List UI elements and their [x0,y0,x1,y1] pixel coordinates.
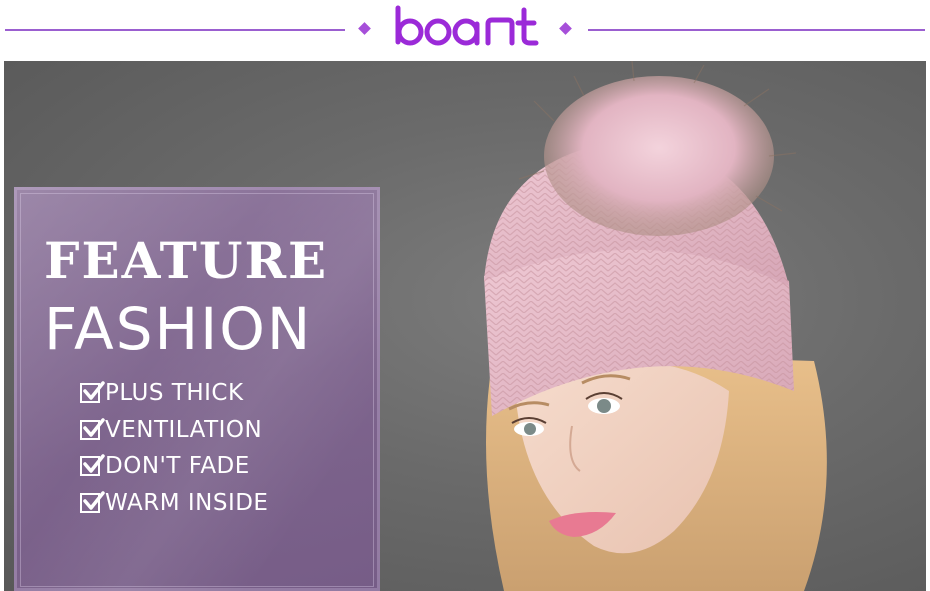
diamond-icon [358,22,371,35]
feature-item: PLUS THICK [80,375,268,412]
feature-label: PLUS THICK [105,380,244,407]
brand-logo [378,2,552,50]
feature-label: WARM INSIDE [105,489,269,516]
brand-header [0,0,930,60]
product-banner: FEATURE FASHION PLUS THICK VENTILATION D… [4,61,926,591]
feature-label: DON'T FADE [105,453,250,480]
feature-item: WARM INSIDE [80,485,268,522]
brand-logo-mark [395,5,539,46]
feature-list: PLUS THICK VENTILATION DON'T FADE WARM I… [80,375,268,521]
header-divider-right [588,29,925,31]
checkbox-checked-icon [80,491,105,513]
fashion-heading: FASHION [44,295,313,363]
model-wearing-hat-illustration [484,61,827,591]
diamond-icon [559,22,572,35]
feature-item: VENTILATION [80,412,268,449]
checkbox-checked-icon [80,381,105,404]
checkbox-checked-icon [80,454,105,477]
feature-item: DON'T FADE [80,448,268,485]
checkbox-checked-icon [80,418,105,440]
header-divider-left [5,29,345,31]
feature-panel: FEATURE FASHION PLUS THICK VENTILATION D… [14,187,380,591]
feature-label: VENTILATION [105,416,263,443]
feature-heading: FEATURE [44,231,329,290]
